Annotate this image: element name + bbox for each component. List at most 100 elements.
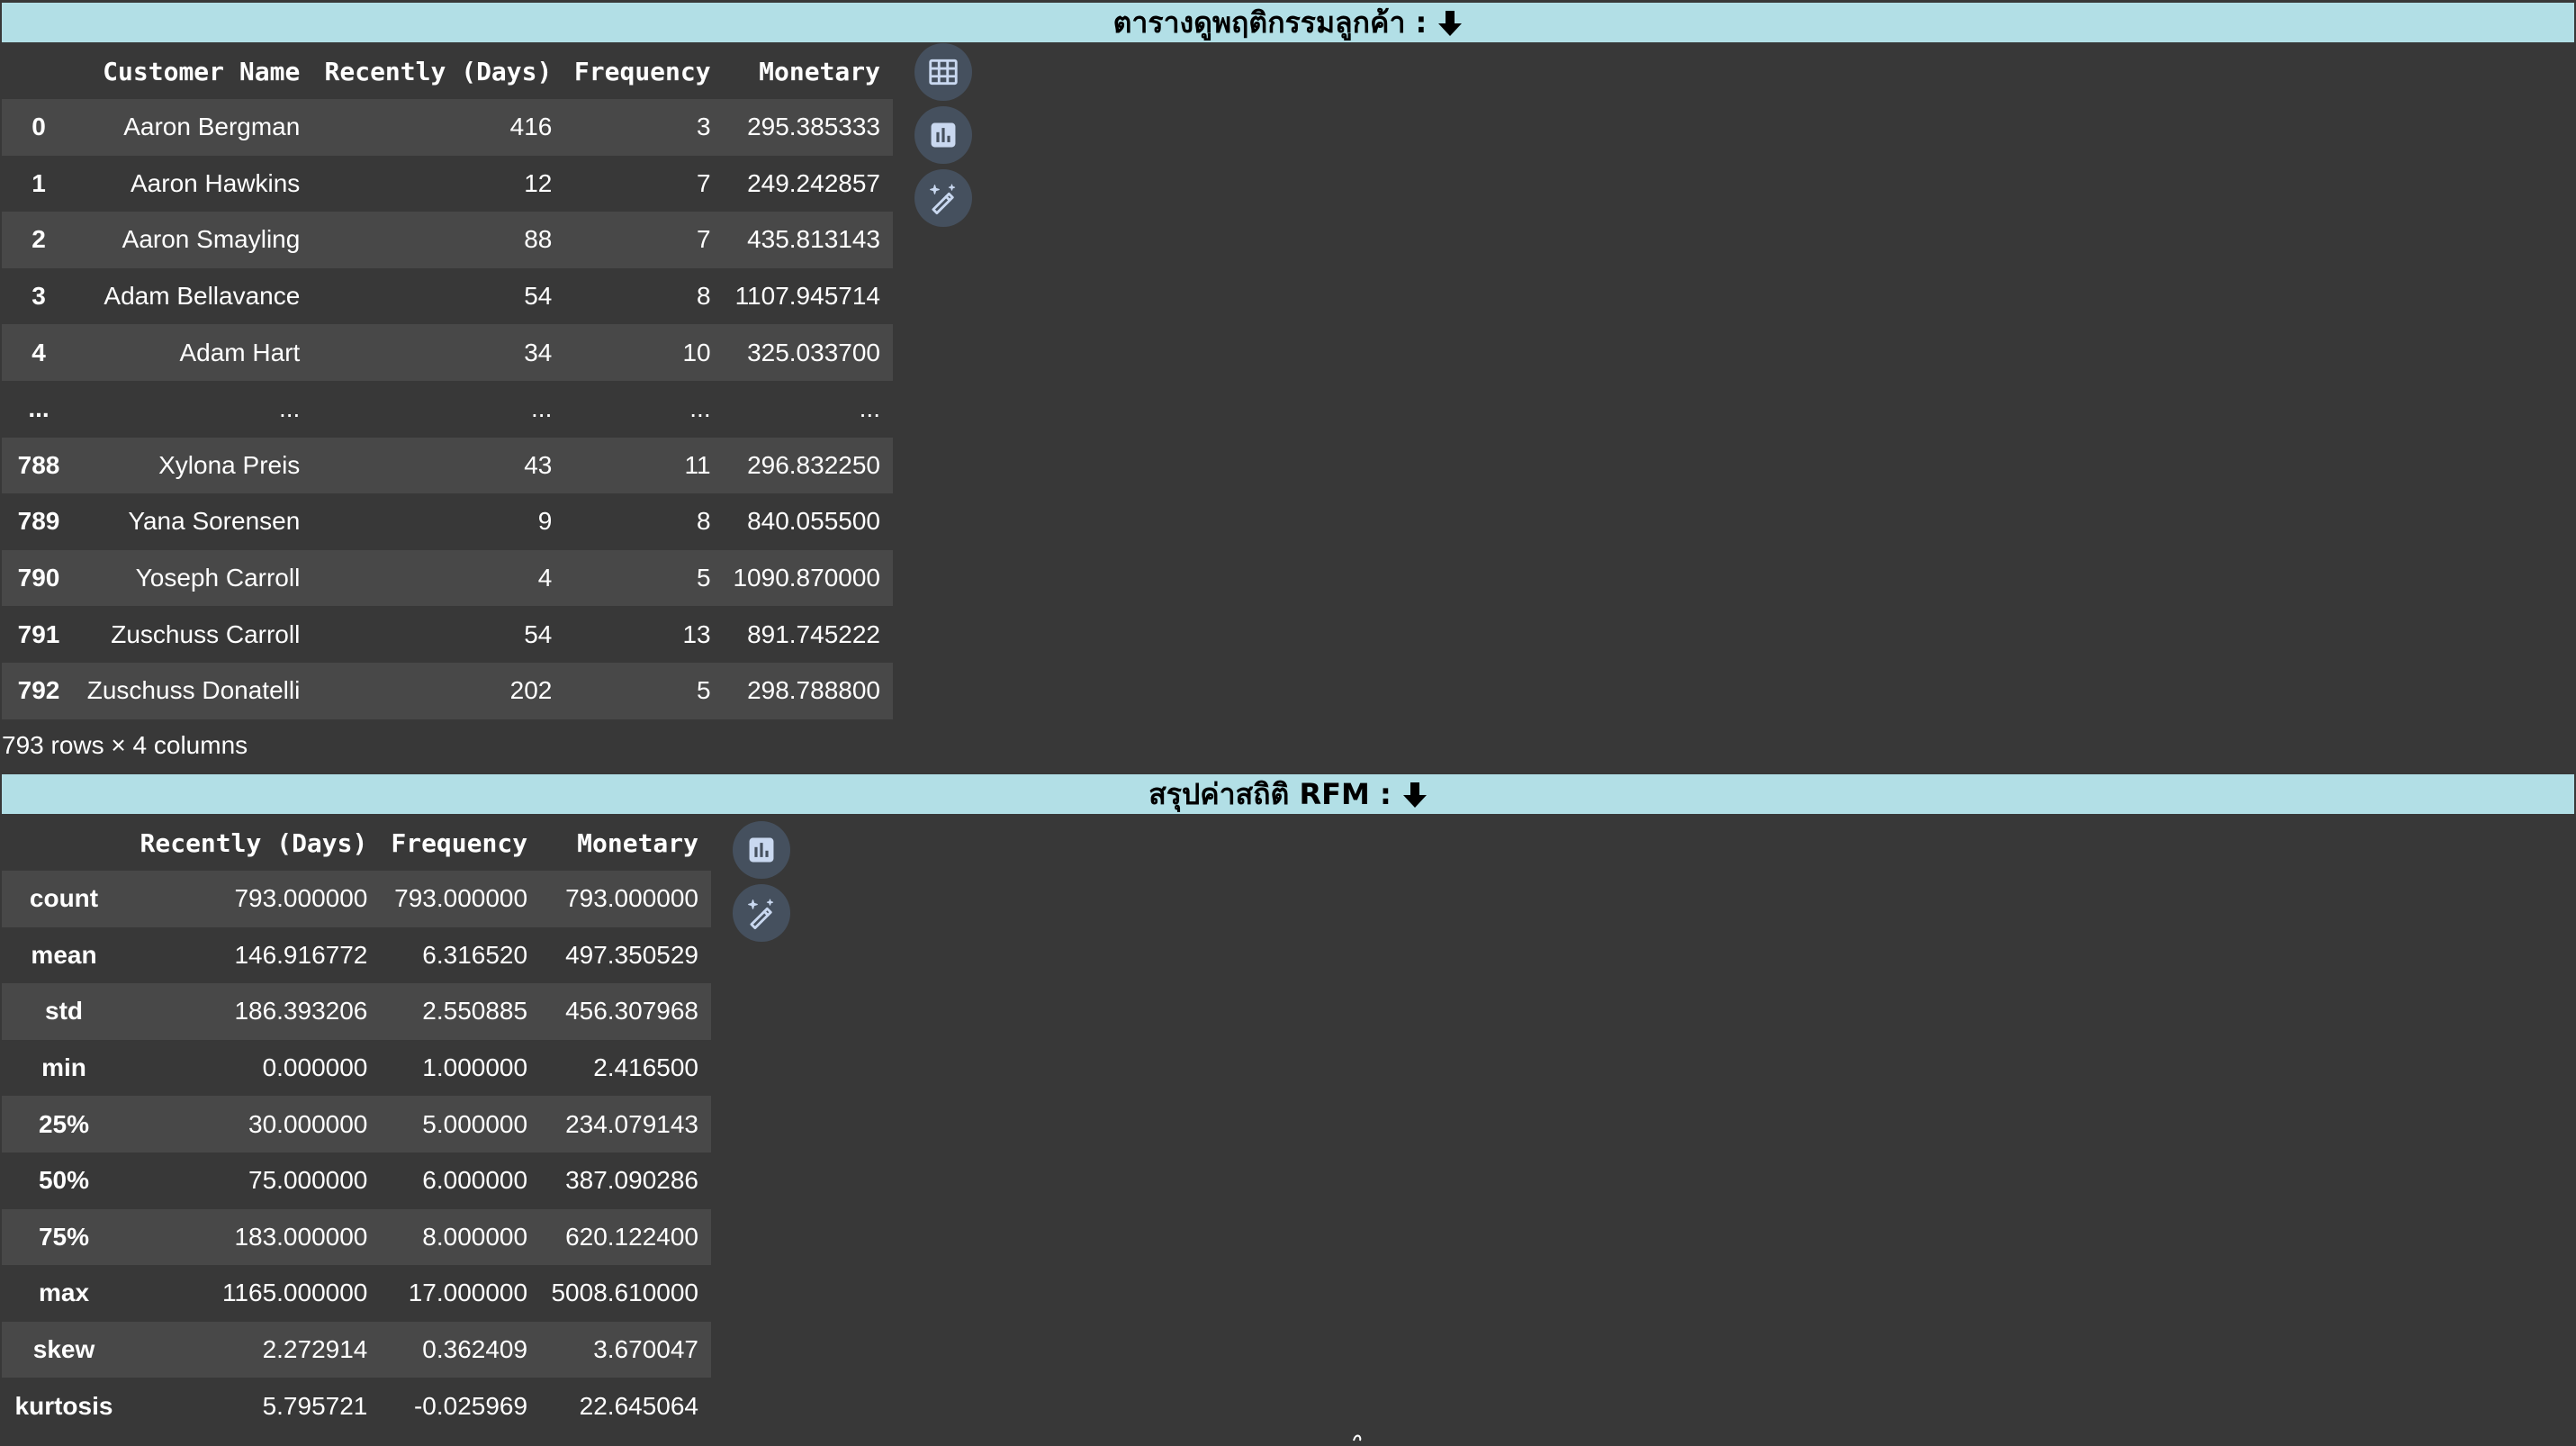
- suggest-charts-button[interactable]: [914, 106, 972, 164]
- monetary-cell: 387.090286: [565, 1166, 698, 1195]
- frequency-cell: -0.025969: [413, 1391, 528, 1420]
- stat-name-cell: count: [29, 884, 99, 913]
- recently-cell: 34: [524, 338, 553, 366]
- generate-code-button[interactable]: [914, 169, 972, 227]
- recently-cell: 4: [537, 564, 553, 592]
- row-index: 4: [32, 338, 46, 366]
- monetary-cell: 295.385333: [747, 113, 880, 141]
- row-index: 3: [32, 282, 46, 311]
- customer-name-column-header: Customer Name: [103, 56, 301, 86]
- table-row: 791 Zuschuss Carroll 54 13 891.745222: [2, 606, 893, 663]
- table-row: ...............: [2, 380, 893, 438]
- stat-name-cell: 25%: [38, 1109, 90, 1138]
- customer-name-cell: Yana Sorensen: [128, 507, 301, 536]
- frequency-cell: 6.316520: [422, 940, 528, 969]
- frequency-cell: 11: [684, 450, 711, 479]
- monetary-cell: 1090.870000: [733, 564, 880, 592]
- monetary-cell: 234.079143: [565, 1109, 698, 1138]
- frequency-cell: 0.362409: [422, 1335, 528, 1364]
- row-index: 0: [32, 113, 46, 141]
- monetary-cell: 456.307968: [565, 997, 698, 1026]
- recently-cell: 30.000000: [248, 1109, 368, 1138]
- recently-cell: 5.795721: [262, 1391, 368, 1420]
- table-row: skew 2.272914 0.362409 3.670047: [2, 1321, 711, 1378]
- monetary-cell: 497.350529: [565, 940, 698, 969]
- monetary-cell: 325.033700: [747, 338, 880, 366]
- section1-title: ตารางดูพฤติกรรมลูกค้า :: [1112, 5, 1428, 40]
- frequency-cell: 17.000000: [408, 1279, 528, 1307]
- section1-title-banner: ตารางดูพฤติกรรมลูกค้า :: [2, 3, 2574, 42]
- table-row: 3 Adam Bellavance 54 8 1107.945714: [2, 267, 893, 325]
- row-index: 2: [32, 225, 46, 254]
- suggest-charts-button[interactable]: [733, 821, 790, 879]
- recently-column-header: Recently (Days): [140, 827, 368, 858]
- stat-name-cell: 50%: [38, 1166, 90, 1195]
- magic-wand-icon: [748, 899, 774, 930]
- customer-name-cell: Aaron Bergman: [123, 113, 301, 141]
- monetary-cell: 840.055500: [747, 507, 880, 536]
- row-count-label: 793 rows × 4 columns: [2, 731, 248, 759]
- monetary-column-header: Monetary: [759, 56, 880, 86]
- frequency-cell: 10: [682, 338, 711, 366]
- customer-name-cell: Aaron Smayling: [122, 225, 301, 254]
- section2-title: สรุปค่าสถิติ RFM :: [1148, 776, 1392, 811]
- frequency-cell: 5: [697, 676, 711, 705]
- monetary-cell: 1107.945714: [734, 282, 880, 311]
- magic-wand-icon: [930, 184, 956, 215]
- table-row: 789 Yana Sorensen 9 8 840.055500: [2, 493, 893, 550]
- table-row: kurtosis 5.795721 -0.025969 22.645064: [2, 1378, 711, 1434]
- stat-name-cell: mean: [31, 940, 97, 969]
- recently-cell: 793.000000: [234, 884, 368, 913]
- recently-cell: 202: [509, 676, 553, 705]
- row-index: 1: [32, 168, 46, 197]
- stat-name-cell: std: [45, 997, 83, 1026]
- recently-cell: 0.000000: [262, 1053, 368, 1082]
- stat-name-cell: max: [38, 1279, 90, 1307]
- recently-cell: 54: [524, 619, 553, 648]
- table-row: std 186.393206 2.550885 456.307968: [2, 983, 711, 1040]
- stat-name-cell: min: [41, 1053, 86, 1082]
- monetary-cell: 298.788800: [747, 676, 880, 705]
- row-index: 792: [17, 676, 60, 705]
- recently-cell: 2.272914: [262, 1335, 368, 1364]
- down-arrow-icon: [1402, 781, 1428, 808]
- section2-title-banner: สรุปค่าสถิติ RFM :: [2, 774, 2574, 814]
- convert-to-interactive-table-button[interactable]: [914, 43, 972, 101]
- recently-cell: 183.000000: [234, 1222, 368, 1251]
- table-row: 75% 183.000000 8.000000 620.122400: [2, 1208, 711, 1266]
- customer-name-cell: ...: [278, 394, 301, 423]
- frequency-cell: 5.000000: [422, 1109, 528, 1138]
- table-row: mean 146.916772 6.316520 497.350529: [2, 926, 711, 984]
- monetary-cell: 435.813143: [747, 225, 880, 254]
- recently-cell: 186.393206: [234, 997, 368, 1026]
- frequency-cell: 8: [697, 282, 711, 311]
- monetary-cell: 22.645064: [579, 1391, 698, 1420]
- stat-column-header: [2, 815, 126, 871]
- customer-name-cell: Aaron Hawkins: [131, 168, 301, 197]
- monetary-cell: 296.832250: [747, 450, 880, 479]
- table-row: 4 Adam Hart 34 10 325.033700: [2, 324, 893, 381]
- table-row: 1 Aaron Hawkins 12 7 249.242857: [2, 155, 893, 212]
- frequency-column-header: Frequency: [391, 827, 528, 858]
- customer-name-cell: Zuschuss Carroll: [111, 619, 301, 648]
- frequency-cell: 2.550885: [422, 997, 528, 1026]
- monetary-column-header: Monetary: [577, 827, 698, 858]
- recently-cell: 416: [509, 113, 553, 141]
- recently-column-header: Recently (Days): [324, 56, 553, 86]
- recently-cell: 75.000000: [248, 1166, 368, 1195]
- frequency-cell: 8.000000: [422, 1222, 528, 1251]
- frequency-cell: 1.000000: [422, 1053, 528, 1082]
- frequency-cell: 13: [682, 619, 711, 648]
- frequency-cell: 3: [697, 113, 711, 141]
- generate-code-button[interactable]: [733, 884, 790, 942]
- frequency-cell: 8: [697, 507, 711, 536]
- table-row: 25% 30.000000 5.000000 234.079143: [2, 1096, 711, 1152]
- row-index: ...: [28, 394, 50, 423]
- row-index: 791: [17, 619, 60, 648]
- rfm-summary-table: Recently (Days) Frequency Monetary count…: [2, 815, 711, 1434]
- row-index: 789: [17, 507, 60, 536]
- table-row: 788 Xylona Preis 43 11 296.832250: [2, 437, 893, 494]
- table-row: 792 Zuschuss Donatelli 202 5 298.788800: [2, 662, 893, 719]
- customer-name-cell: Yoseph Carroll: [135, 564, 301, 592]
- frequency-cell: 7: [697, 225, 711, 254]
